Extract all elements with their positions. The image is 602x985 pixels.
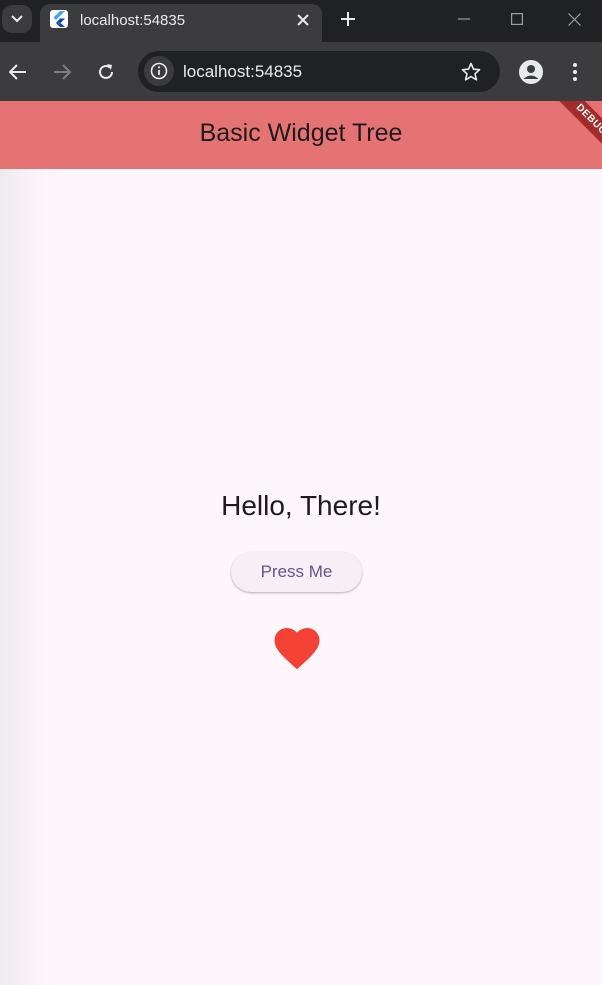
address-bar[interactable]: localhost:54835 — [138, 51, 500, 92]
bookmark-star-icon[interactable] — [458, 59, 484, 85]
site-info-icon[interactable] — [144, 56, 174, 86]
tab-strip: localhost:54835 — [0, 0, 602, 42]
debug-banner: DEBUG — [552, 101, 602, 159]
more-menu-icon[interactable] — [562, 59, 588, 85]
browser-tab[interactable]: localhost:54835 — [40, 4, 322, 42]
profile-avatar-icon[interactable] — [518, 59, 544, 85]
chevron-down-icon — [11, 15, 23, 23]
forward-arrow-icon[interactable] — [49, 59, 75, 85]
debug-banner-container: DEBUG — [0, 101, 602, 169]
browser-toolbar: localhost:54835 — [0, 42, 602, 101]
tab-title: localhost:54835 — [80, 12, 186, 29]
reload-icon[interactable] — [93, 59, 119, 85]
minimize-icon[interactable] — [449, 6, 479, 32]
browser-window: localhost:54835 localhost:54835 Basic Wi… — [0, 0, 602, 985]
maximize-icon[interactable] — [502, 6, 532, 32]
back-arrow-icon[interactable] — [5, 59, 31, 85]
tab-search-button[interactable] — [2, 5, 32, 33]
press-me-button[interactable]: Press Me — [231, 552, 362, 592]
url-text[interactable]: localhost:54835 — [183, 62, 302, 82]
greeting-text: Hello, There! — [221, 490, 381, 521]
close-window-icon[interactable] — [559, 6, 589, 32]
app-body: Hello, There! Press Me — [0, 169, 602, 985]
heart-icon — [274, 628, 320, 670]
flutter-favicon-icon — [50, 10, 68, 28]
close-tab-icon[interactable] — [292, 9, 314, 31]
new-tab-plus-icon[interactable] — [336, 7, 360, 31]
